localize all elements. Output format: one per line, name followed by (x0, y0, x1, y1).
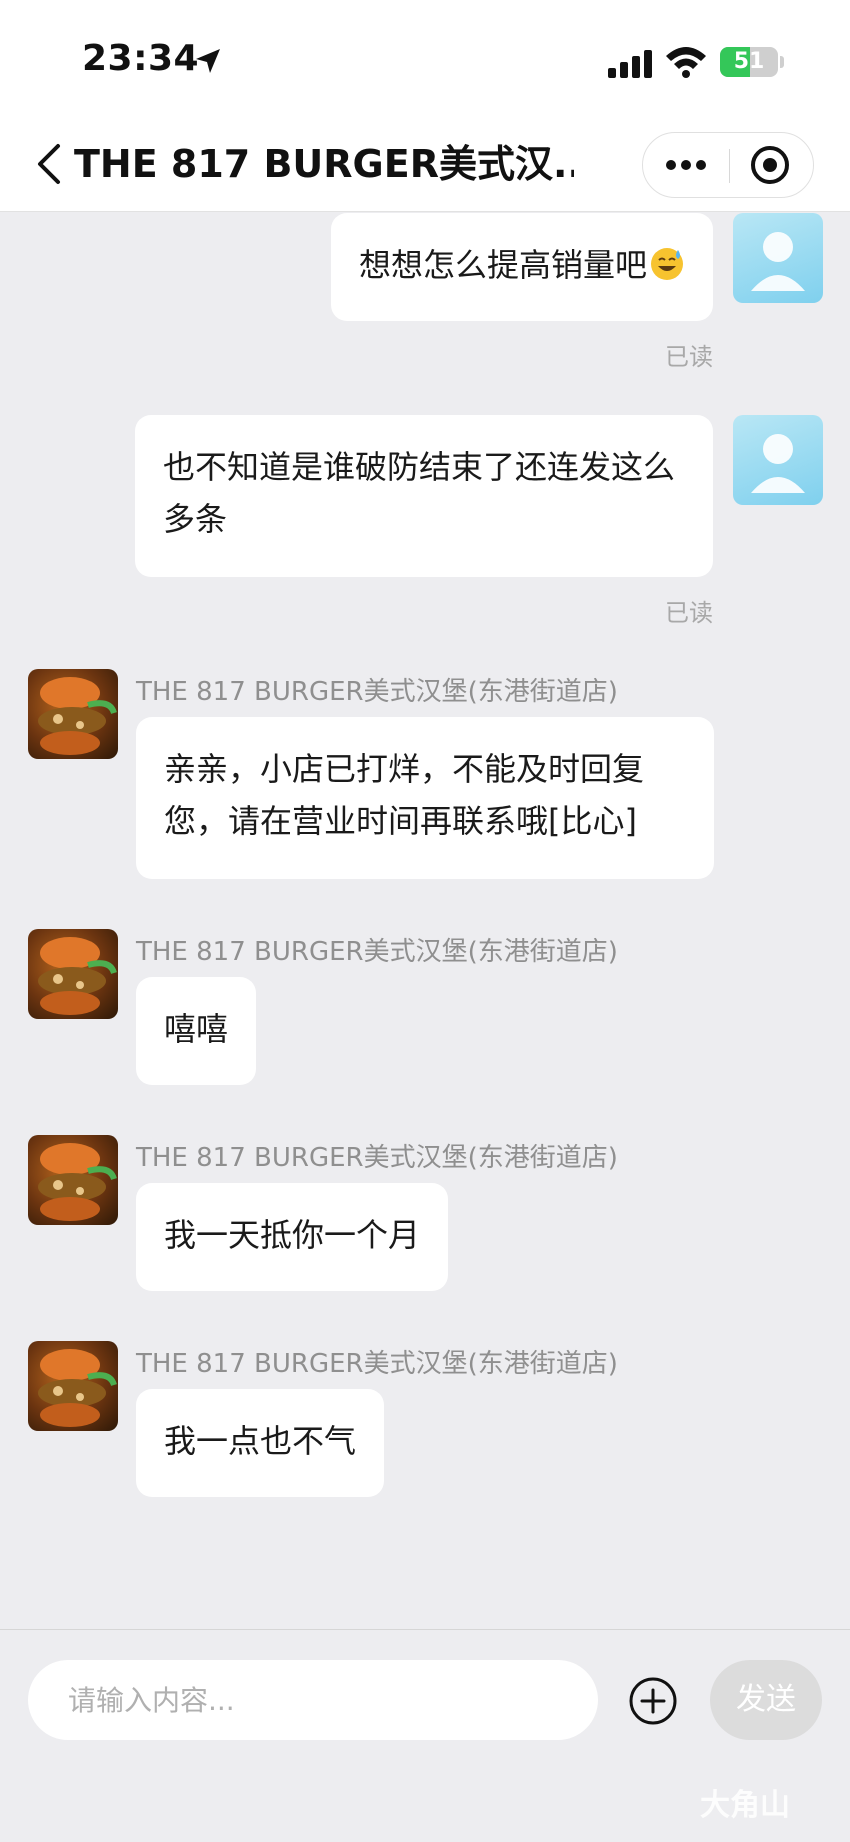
message-text: 想想怎么提高销量吧 (358, 246, 647, 284)
plus-circle-icon[interactable] (628, 1676, 678, 1726)
shop-avatar[interactable] (28, 1135, 118, 1225)
mini-program-capsule (642, 132, 814, 198)
message-text: 也不知道是谁破防结束了还连发这么多条 (163, 448, 676, 538)
close-target-icon[interactable] (730, 133, 814, 197)
sender-name: THE 817 BURGER美式汉堡(东港街道店) (136, 937, 618, 967)
status-time: 23:34 (82, 38, 200, 79)
status-bar: 23:34 51 (0, 0, 850, 118)
sweat-smile-icon (651, 248, 683, 280)
wifi-icon (666, 47, 706, 78)
message-bubble[interactable]: 想想怎么提高销量吧 (330, 213, 713, 321)
battery-percent: 51 (733, 49, 765, 74)
burger-image-icon (38, 677, 117, 755)
user-avatar[interactable] (733, 415, 823, 505)
message-text: 我一天抵你一个月 (164, 1216, 421, 1254)
location-arrow-icon (196, 49, 220, 73)
user-silhouette-icon (751, 232, 805, 291)
nav-bar: THE 817 BURGER美式汉... (0, 118, 850, 212)
message-bubble[interactable]: 我一点也不气 (136, 1389, 385, 1497)
user-avatar[interactable] (733, 213, 823, 303)
message-text: 亲亲，小店已打烊，不能及时回复您，请在营业时间再联系哦[比心] (164, 750, 645, 840)
shop-avatar[interactable] (28, 1341, 118, 1431)
burger-image-icon (38, 937, 117, 1015)
read-receipt: 已读 (665, 599, 713, 627)
sender-name: THE 817 BURGER美式汉堡(东港街道店) (136, 1349, 618, 1379)
battery-tip (780, 56, 784, 68)
shop-avatar[interactable] (28, 669, 118, 759)
chat-message-list[interactable]: 想想怎么提高销量吧 已读 也不知道是谁破防结束了还连发这么多条 已读 THE 8… (0, 213, 850, 1629)
message-input[interactable] (28, 1660, 598, 1740)
cellular-signal-icon (608, 50, 652, 78)
back-chevron-icon[interactable] (30, 140, 70, 188)
more-dots-icon[interactable] (643, 133, 729, 197)
send-button[interactable]: 发送 (710, 1660, 822, 1740)
message-bubble[interactable]: 嘻嘻 (136, 977, 257, 1085)
message-text: 我一点也不气 (164, 1422, 357, 1460)
message-bubble[interactable]: 亲亲，小店已打烊，不能及时回复您，请在营业时间再联系哦[比心] (136, 717, 714, 879)
burger-image-icon (38, 1143, 117, 1221)
message-bubble[interactable]: 也不知道是谁破防结束了还连发这么多条 (135, 415, 713, 577)
sender-name: THE 817 BURGER美式汉堡(东港街道店) (136, 1143, 618, 1173)
user-silhouette-icon (751, 434, 805, 493)
read-receipt: 已读 (665, 343, 713, 371)
message-bubble[interactable]: 我一天抵你一个月 (136, 1183, 449, 1291)
watermark: 大角山 (700, 1788, 790, 1823)
message-text: 嘻嘻 (164, 1010, 229, 1048)
battery-icon: 51 (720, 47, 778, 77)
page-title: THE 817 BURGER美式汉... (74, 142, 574, 186)
burger-image-icon (38, 1349, 117, 1427)
sender-name: THE 817 BURGER美式汉堡(东港街道店) (136, 677, 618, 707)
shop-avatar[interactable] (28, 929, 118, 1019)
